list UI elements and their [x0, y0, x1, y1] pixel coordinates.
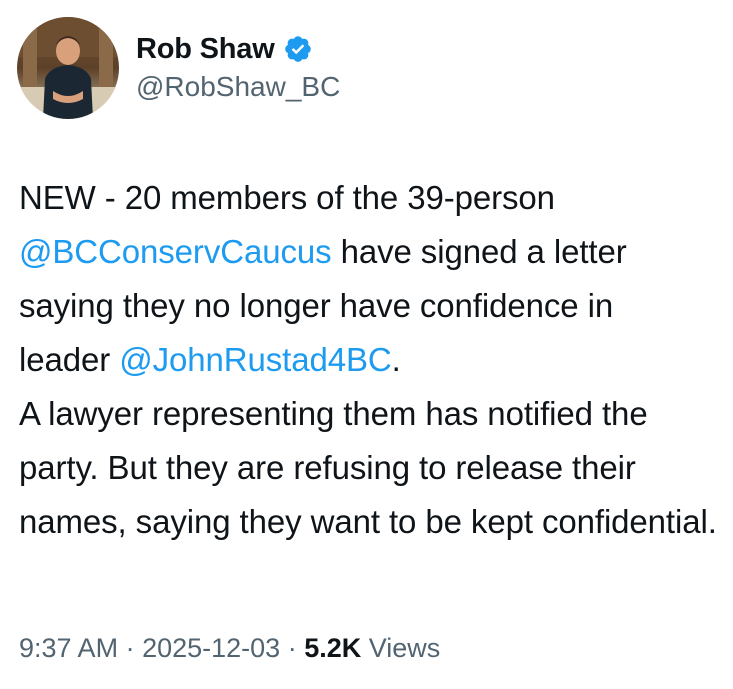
user-handle[interactable]: @RobShaw_BC: [136, 69, 340, 105]
tweet-text-line: have signed a letter: [331, 233, 627, 270]
mention-link[interactable]: @JohnRustad4BC: [119, 341, 392, 378]
tweet-text: NEW - 20 members of the 39-person @BCCon…: [19, 171, 719, 549]
display-name[interactable]: Rob Shaw: [136, 31, 275, 67]
tweet-text-line: .: [391, 341, 401, 378]
tweet-text-paragraph: A lawyer representing them has notified …: [19, 395, 717, 540]
meta-separator: ·: [118, 633, 143, 663]
tweet-date[interactable]: 2025-12-03: [142, 633, 280, 663]
mention-link[interactable]: @BCConservCaucus: [19, 233, 332, 270]
views-label: Views: [361, 633, 441, 663]
author-info: Rob Shaw @RobShaw_BC: [136, 31, 340, 105]
tweet-text-line: NEW - 20 members of the 39-person: [19, 179, 555, 216]
tweet-text-line: leader: [19, 341, 120, 378]
tweet-time[interactable]: 9:37 AM: [19, 633, 118, 663]
tweet-text-line: saying they no longer have confidence in: [19, 287, 614, 324]
avatar[interactable]: [17, 17, 119, 119]
views-count[interactable]: 5.2K: [304, 633, 361, 663]
tweet-header: Rob Shaw @RobShaw_BC: [17, 17, 340, 119]
profile-photo-icon: [17, 17, 119, 119]
name-row: Rob Shaw: [136, 31, 340, 67]
verified-badge-icon[interactable]: [283, 34, 313, 64]
tweet-meta: 9:37 AM · 2025-12-03 · 5.2K Views: [19, 628, 440, 668]
meta-separator: ·: [280, 633, 305, 663]
